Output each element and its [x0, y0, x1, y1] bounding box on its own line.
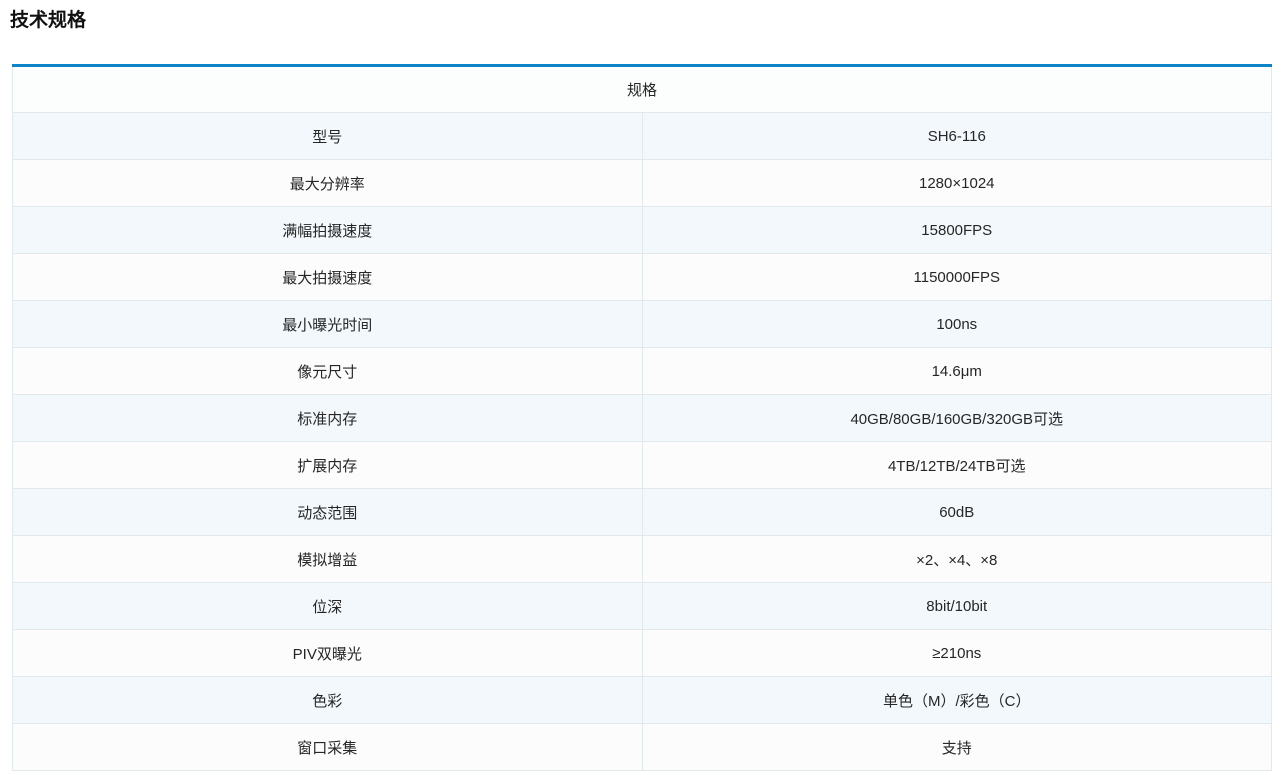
spec-label: 扩展内存: [13, 442, 643, 489]
spec-value: ×2、×4、×8: [642, 536, 1272, 583]
spec-value: SH6-116: [642, 113, 1272, 160]
spec-table: 规格 型号 SH6-116 最大分辨率 1280×1024 满幅拍摄速度 158…: [12, 64, 1272, 771]
spec-label: 像元尺寸: [13, 348, 643, 395]
table-row: 色彩 单色（M）/彩色（C）: [13, 677, 1272, 724]
spec-value: 100ns: [642, 301, 1272, 348]
spec-value: 40GB/80GB/160GB/320GB可选: [642, 395, 1272, 442]
spec-label: 最小曝光时间: [13, 301, 643, 348]
spec-label: 动态范围: [13, 489, 643, 536]
spec-value: 14.6μm: [642, 348, 1272, 395]
table-row: 满幅拍摄速度 15800FPS: [13, 207, 1272, 254]
table-row: 窗口采集 支持: [13, 724, 1272, 771]
spec-label: 标准内存: [13, 395, 643, 442]
spec-value: 1150000FPS: [642, 254, 1272, 301]
spec-label: 窗口采集: [13, 724, 643, 771]
table-row: 扩展内存 4TB/12TB/24TB可选: [13, 442, 1272, 489]
table-row: 最大拍摄速度 1150000FPS: [13, 254, 1272, 301]
spec-value: 8bit/10bit: [642, 583, 1272, 630]
spec-label: 最大拍摄速度: [13, 254, 643, 301]
spec-label: PIV双曝光: [13, 630, 643, 677]
table-header-cell: 规格: [13, 66, 1272, 113]
spec-value: 1280×1024: [642, 160, 1272, 207]
page-title: 技术规格: [10, 9, 1285, 32]
table-row: 型号 SH6-116: [13, 113, 1272, 160]
table-row: 位深 8bit/10bit: [13, 583, 1272, 630]
spec-page: 技术规格 规格 型号 SH6-116 最大分辨率 1280×1024 满幅拍摄速…: [0, 9, 1285, 771]
spec-label: 型号: [13, 113, 643, 160]
spec-label: 模拟增益: [13, 536, 643, 583]
table-row: 模拟增益 ×2、×4、×8: [13, 536, 1272, 583]
table-header-row: 规格: [13, 66, 1272, 113]
spec-table-body: 型号 SH6-116 最大分辨率 1280×1024 满幅拍摄速度 15800F…: [13, 113, 1272, 771]
spec-value: 单色（M）/彩色（C）: [642, 677, 1272, 724]
table-row: 最小曝光时间 100ns: [13, 301, 1272, 348]
spec-value: 支持: [642, 724, 1272, 771]
spec-value: 60dB: [642, 489, 1272, 536]
table-row: PIV双曝光 ≥210ns: [13, 630, 1272, 677]
spec-label: 满幅拍摄速度: [13, 207, 643, 254]
spec-label: 位深: [13, 583, 643, 630]
spec-label: 最大分辨率: [13, 160, 643, 207]
spec-value: 15800FPS: [642, 207, 1272, 254]
table-row: 像元尺寸 14.6μm: [13, 348, 1272, 395]
table-row: 最大分辨率 1280×1024: [13, 160, 1272, 207]
table-row: 标准内存 40GB/80GB/160GB/320GB可选: [13, 395, 1272, 442]
spec-label: 色彩: [13, 677, 643, 724]
spec-value: 4TB/12TB/24TB可选: [642, 442, 1272, 489]
spec-value: ≥210ns: [642, 630, 1272, 677]
table-row: 动态范围 60dB: [13, 489, 1272, 536]
